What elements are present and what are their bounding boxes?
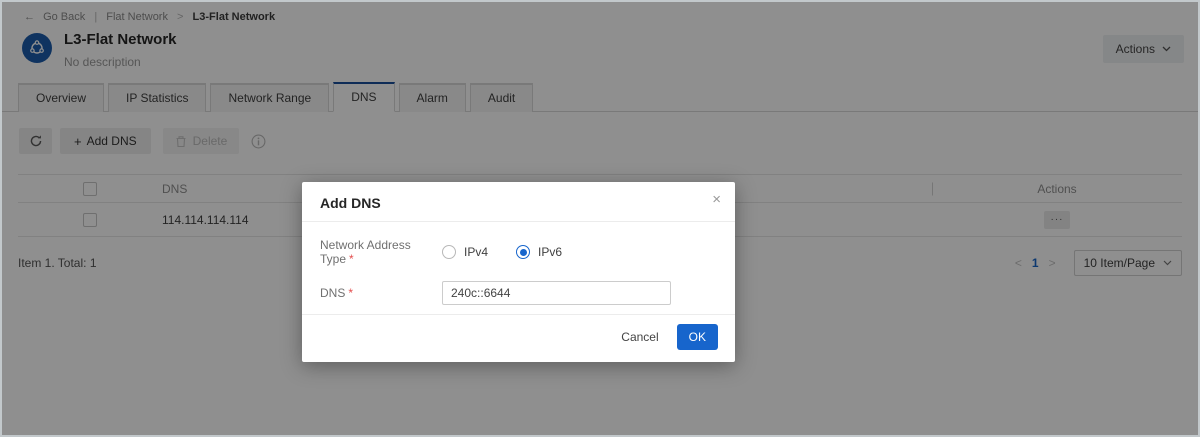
dns-input[interactable] [442, 281, 671, 305]
app-window: ← Go Back | Flat Network > L3-Flat Netwo… [0, 0, 1200, 437]
radio-ipv6-circle[interactable] [516, 245, 530, 259]
modal-footer: Cancel OK [302, 314, 735, 362]
modal-body: Network Address Type* IPv4 IPv6 DNS* [302, 222, 735, 314]
close-icon[interactable]: × [712, 191, 721, 208]
modal-header: Add DNS × [302, 182, 735, 222]
network-address-type-row: Network Address Type* IPv4 IPv6 [320, 238, 717, 266]
ok-button[interactable]: OK [677, 324, 718, 350]
radio-ipv6[interactable]: IPv6 [516, 245, 562, 259]
radio-ipv4-circle[interactable] [442, 245, 456, 259]
radio-ipv6-label: IPv6 [538, 245, 562, 259]
modal-title: Add DNS [320, 195, 381, 211]
dns-field-row: DNS* [320, 281, 717, 305]
add-dns-modal: Add DNS × Network Address Type* IPv4 IPv… [302, 182, 735, 362]
cancel-button[interactable]: Cancel [621, 330, 658, 344]
required-asterisk: * [348, 286, 353, 300]
dns-field-label: DNS* [320, 286, 442, 300]
radio-ipv4[interactable]: IPv4 [442, 245, 488, 259]
radio-ipv4-label: IPv4 [464, 245, 488, 259]
network-address-type-label: Network Address Type* [320, 238, 442, 266]
network-address-type-radios: IPv4 IPv6 [442, 245, 562, 259]
required-asterisk: * [349, 252, 354, 266]
